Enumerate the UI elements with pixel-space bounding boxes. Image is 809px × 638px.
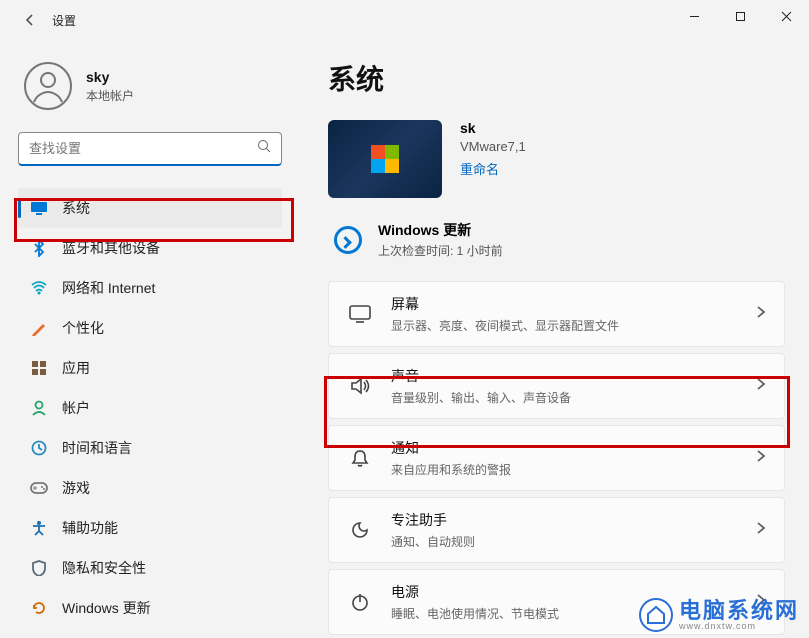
- minimize-button[interactable]: [671, 0, 717, 32]
- watermark-logo-icon: [639, 598, 673, 632]
- watermark-url: www.dnxtw.com: [679, 622, 799, 631]
- sidebar-item-bluetooth[interactable]: 蓝牙和其他设备: [18, 228, 282, 268]
- windows-logo-icon: [371, 145, 399, 173]
- back-button[interactable]: [18, 13, 42, 27]
- sidebar-item-label: 个性化: [62, 318, 104, 338]
- sound-icon: [347, 377, 373, 395]
- personal-icon: [30, 319, 48, 337]
- sidebar-item-label: 游戏: [62, 478, 90, 498]
- user-name: sky: [86, 69, 134, 85]
- gaming-icon: [30, 479, 48, 497]
- search-box[interactable]: [18, 132, 282, 166]
- card-subtitle: 显示器、亮度、夜间模式、显示器配置文件: [391, 317, 756, 334]
- rename-link[interactable]: 重命名: [460, 159, 499, 178]
- sidebar-nav: 系统蓝牙和其他设备网络和 Internet 个性化应用帐户时间和语言游戏辅助功能隐…: [18, 188, 282, 628]
- update-title: Windows 更新: [378, 220, 503, 240]
- display-icon: [347, 305, 373, 323]
- access-icon: [30, 519, 48, 537]
- sidebar-item-apps[interactable]: 应用: [18, 348, 282, 388]
- privacy-icon: [30, 559, 48, 577]
- power-icon: [347, 592, 373, 612]
- accounts-icon: [30, 399, 48, 417]
- sidebar-item-accounts[interactable]: 帐户: [18, 388, 282, 428]
- device-block: sk VMware7,1 重命名: [328, 120, 785, 198]
- notify-icon: [347, 448, 373, 468]
- chevron-right-icon: [756, 305, 766, 324]
- sidebar-item-label: 应用: [62, 358, 90, 378]
- update-icon: [334, 226, 362, 254]
- card-sound[interactable]: 声音音量级别、输出、输入、声音设备: [328, 353, 785, 419]
- focus-icon: [347, 520, 373, 540]
- sidebar-item-network[interactable]: 网络和 Internet: [18, 268, 282, 308]
- time-icon: [30, 439, 48, 457]
- page-title: 系统: [328, 58, 785, 98]
- sidebar-item-system[interactable]: 系统: [18, 188, 282, 228]
- maximize-button[interactable]: [717, 0, 763, 32]
- sidebar-item-privacy[interactable]: 隐私和安全性: [18, 548, 282, 588]
- user-subtitle: 本地帐户: [86, 87, 134, 104]
- device-model: VMware7,1: [460, 139, 526, 154]
- device-name: sk: [460, 120, 526, 136]
- search-input[interactable]: [29, 141, 257, 156]
- sidebar-item-label: 时间和语言: [62, 438, 132, 458]
- card-subtitle: 来自应用和系统的警报: [391, 461, 756, 478]
- sidebar-item-label: 帐户: [62, 398, 90, 418]
- sidebar-item-label: 系统: [62, 198, 90, 218]
- update-subtitle: 上次检查时间: 1 小时前: [378, 242, 503, 259]
- sidebar-item-label: 辅助功能: [62, 518, 118, 538]
- card-title: 通知: [391, 438, 756, 458]
- sidebar-item-access[interactable]: 辅助功能: [18, 508, 282, 548]
- card-notify[interactable]: 通知来自应用和系统的警报: [328, 425, 785, 491]
- card-subtitle: 通知、自动规则: [391, 533, 756, 550]
- system-icon: [30, 199, 48, 217]
- update-icon: [30, 599, 48, 617]
- sidebar-item-label: 蓝牙和其他设备: [62, 238, 160, 258]
- device-thumbnail[interactable]: [328, 120, 442, 198]
- sidebar-item-gaming[interactable]: 游戏: [18, 468, 282, 508]
- watermark: 电脑系统网 www.dnxtw.com: [639, 598, 799, 632]
- card-focus[interactable]: 专注助手通知、自动规则: [328, 497, 785, 563]
- search-icon: [257, 139, 271, 158]
- network-icon: [30, 279, 48, 297]
- close-button[interactable]: [763, 0, 809, 32]
- window-title: 设置: [52, 12, 76, 29]
- bluetooth-icon: [30, 239, 48, 257]
- user-block[interactable]: sky 本地帐户: [18, 50, 282, 132]
- card-subtitle: 音量级别、输出、输入、声音设备: [391, 389, 756, 406]
- card-title: 声音: [391, 366, 756, 386]
- watermark-text: 电脑系统网: [679, 598, 799, 623]
- card-display[interactable]: 屏幕显示器、亮度、夜间模式、显示器配置文件: [328, 281, 785, 347]
- sidebar-item-label: 网络和 Internet: [62, 278, 155, 298]
- chevron-right-icon: [756, 377, 766, 396]
- sidebar-item-label: 隐私和安全性: [62, 558, 146, 578]
- card-title: 屏幕: [391, 294, 756, 314]
- sidebar-item-time[interactable]: 时间和语言: [18, 428, 282, 468]
- card-title: 专注助手: [391, 510, 756, 530]
- apps-icon: [30, 359, 48, 377]
- windows-update-block[interactable]: Windows 更新 上次检查时间: 1 小时前: [328, 220, 785, 259]
- sidebar-item-update[interactable]: Windows 更新: [18, 588, 282, 628]
- chevron-right-icon: [756, 449, 766, 468]
- sidebar-item-personal[interactable]: 个性化: [18, 308, 282, 348]
- avatar-icon: [24, 62, 72, 110]
- chevron-right-icon: [756, 521, 766, 540]
- sidebar-item-label: Windows 更新: [62, 598, 151, 618]
